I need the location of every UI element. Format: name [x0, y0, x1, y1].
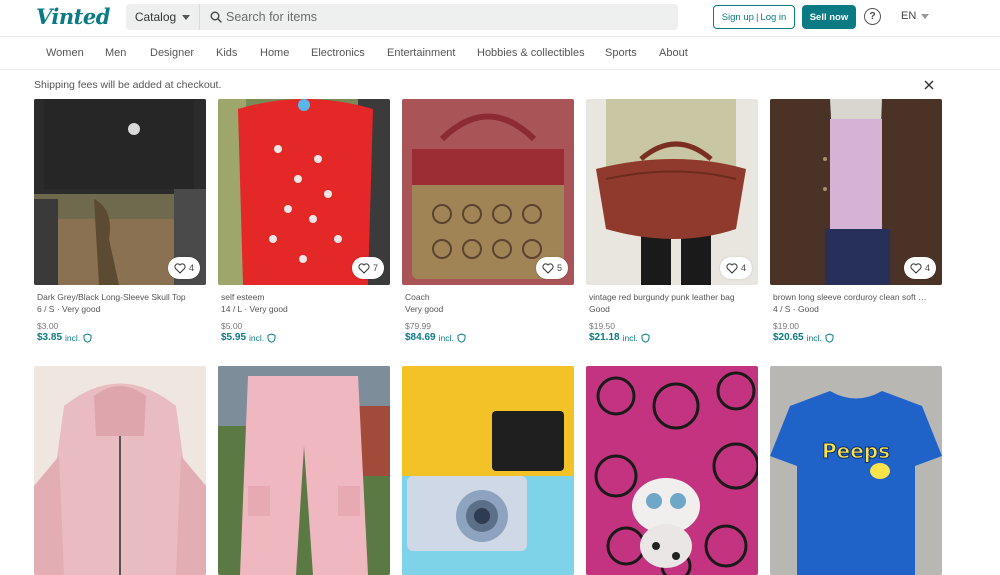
peeps-tshirt-photo[interactable]: Peeps	[770, 366, 942, 575]
favorite-button[interactable]: 5	[535, 257, 568, 279]
sell-now-button[interactable]: Sell now	[802, 5, 856, 29]
item-photo[interactable]: 4	[586, 99, 758, 285]
favorite-count: 4	[188, 263, 194, 273]
item-price-incl-value: $84.69	[405, 332, 436, 343]
nav-item-about[interactable]: About	[659, 47, 688, 59]
nav-item-home[interactable]: Home	[260, 47, 289, 59]
item-title: Dark Grey/Black Long-Sleeve Skull Top	[37, 292, 186, 302]
heart-icon	[910, 262, 922, 274]
item-meta: self esteem 14 / L · Very good $5.00 $5.…	[221, 291, 389, 344]
nav-item-hobbies[interactable]: Hobbies & collectibles	[477, 47, 585, 59]
item-details: Very good	[405, 304, 444, 314]
heart-icon	[542, 262, 554, 274]
search-icon	[202, 4, 222, 30]
heart-icon	[174, 262, 186, 274]
item-meta: vintage red burgundy punk leather bag Go…	[589, 291, 757, 344]
favorite-button[interactable]: 7	[351, 257, 384, 279]
toy-dog-on-lace-photo[interactable]	[586, 366, 758, 575]
nav-item-designer[interactable]: Designer	[150, 47, 194, 59]
heart-icon	[726, 262, 738, 274]
item-details: Good	[589, 304, 610, 314]
item-title: Coach	[405, 292, 430, 302]
incl-label: incl.	[806, 333, 822, 343]
shield-icon	[267, 333, 276, 343]
item-title: brown long sleeve corduroy clean soft …	[773, 292, 927, 302]
item-meta: Coach Very good $79.99 $84.69 incl.	[405, 291, 573, 344]
item-title: vintage red burgundy punk leather bag	[589, 292, 735, 302]
item-price-incl[interactable]: $21.18 incl.	[589, 332, 757, 344]
chevron-down-icon	[921, 13, 930, 19]
signup-login-button[interactable]: Sign up | Log in	[713, 5, 795, 29]
shield-icon	[825, 333, 834, 343]
item-title: self esteem	[221, 292, 265, 302]
item-price: $5.00	[221, 321, 243, 331]
shield-icon	[641, 333, 650, 343]
favorite-button[interactable]: 4	[167, 257, 200, 279]
shipping-notice: Shipping fees will be added at checkout.	[0, 70, 1000, 98]
shield-icon	[457, 333, 466, 343]
item-price: $19.50	[589, 321, 615, 331]
item-price-incl[interactable]: $5.95 incl.	[221, 332, 389, 344]
incl-label: incl.	[65, 333, 81, 343]
favorite-count: 4	[740, 263, 746, 273]
incl-label: incl.	[438, 333, 454, 343]
pink-cargo-pants-photo[interactable]	[218, 366, 390, 575]
nav-item-entertainment[interactable]: Entertainment	[387, 47, 455, 59]
chevron-down-icon	[182, 14, 191, 20]
top-header: Vinted Catalog Sign up | Log in Sell now…	[0, 0, 1000, 36]
peeps-logo-text: Peeps	[822, 439, 890, 463]
blue-camera-photo[interactable]	[402, 366, 574, 575]
nav-item-sports[interactable]: Sports	[605, 47, 637, 59]
shipping-notice-text: Shipping fees will be added at checkout.	[34, 79, 222, 91]
category-nav: Women Men Designer Kids Home Electronics…	[0, 36, 1000, 70]
item-photo[interactable]: 4	[34, 99, 206, 285]
favorite-count: 7	[372, 263, 378, 273]
favorite-count: 4	[924, 263, 930, 273]
language-label: EN	[901, 10, 917, 22]
item-meta: brown long sleeve corduroy clean soft … …	[773, 291, 941, 344]
incl-label: incl.	[622, 333, 638, 343]
item-price-incl-value: $20.65	[773, 332, 804, 343]
item-price-incl[interactable]: $3.85 incl.	[37, 332, 205, 344]
favorite-button[interactable]: 4	[903, 257, 936, 279]
shield-icon	[83, 333, 92, 343]
item-photo[interactable]: 5	[402, 99, 574, 285]
signup-login-separator: |	[755, 11, 759, 23]
language-selector[interactable]: EN	[901, 10, 930, 22]
item-price-incl-value: $5.95	[221, 332, 247, 343]
pink-hoodie-photo[interactable]	[34, 366, 206, 575]
close-icon[interactable]	[923, 78, 935, 90]
catalog-dropdown[interactable]: Catalog	[126, 4, 200, 30]
item-meta: Dark Grey/Black Long-Sleeve Skull Top 6 …	[37, 291, 205, 344]
nav-item-kids[interactable]: Kids	[216, 47, 237, 59]
item-details: 6 / S · Very good	[37, 304, 101, 314]
signup-label: Sign up	[721, 11, 754, 23]
catalog-label: Catalog	[134, 10, 177, 24]
heart-icon	[358, 262, 370, 274]
item-photo[interactable]: 7	[218, 99, 390, 285]
help-icon[interactable]: ?	[864, 8, 881, 25]
login-label: Log in	[760, 11, 787, 23]
item-price-incl-value: $21.18	[589, 332, 620, 343]
search-bar: Catalog	[126, 4, 678, 30]
item-price-incl[interactable]: $84.69 incl.	[405, 332, 573, 344]
favorite-button[interactable]: 4	[719, 257, 752, 279]
vinted-logo[interactable]: Vinted	[36, 4, 110, 29]
item-price-incl[interactable]: $20.65 incl.	[773, 332, 941, 344]
favorite-count: 5	[556, 263, 562, 273]
item-price: $19.00	[773, 321, 799, 331]
item-details: 4 / S · Good	[773, 304, 819, 314]
nav-item-electronics[interactable]: Electronics	[311, 47, 365, 59]
search-input[interactable]	[222, 4, 662, 30]
incl-label: incl.	[249, 333, 265, 343]
item-photo[interactable]: 4	[770, 99, 942, 285]
item-price-incl-value: $3.85	[37, 332, 63, 343]
nav-item-women[interactable]: Women	[46, 47, 84, 59]
item-price: $3.00	[37, 321, 59, 331]
item-details: 14 / L · Very good	[221, 304, 288, 314]
nav-item-men[interactable]: Men	[105, 47, 126, 59]
item-price: $79.99	[405, 321, 431, 331]
